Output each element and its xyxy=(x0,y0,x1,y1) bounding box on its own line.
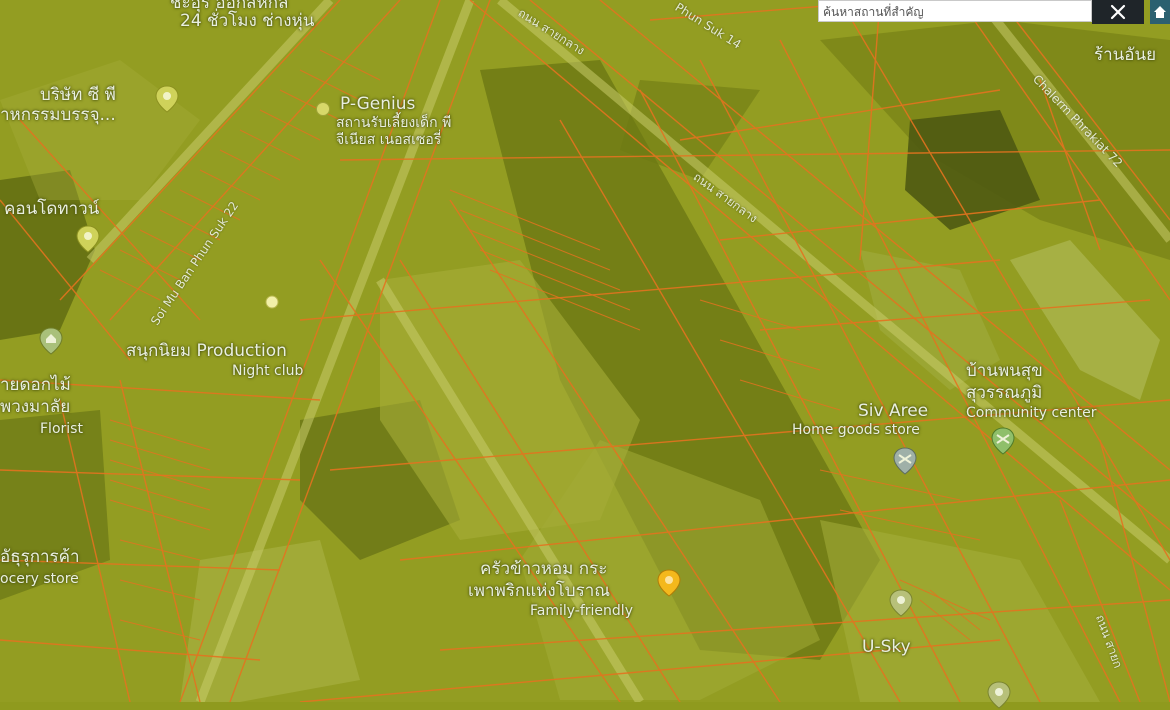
place-label[interactable]: พวงมาลัย xyxy=(0,398,70,417)
place-label: สถานรับเลี้ยงเด็ก พี xyxy=(336,115,452,131)
place-label: Community center xyxy=(966,405,1097,421)
place-label[interactable]: เพาพริกแห่งโบราณ xyxy=(468,582,610,601)
search-input[interactable] xyxy=(819,2,1091,22)
place-label[interactable]: ร้านอันย xyxy=(1094,46,1156,65)
place-label[interactable]: ายดอกไม้ xyxy=(0,376,71,395)
search-box[interactable] xyxy=(818,0,1092,22)
place-label: จีเนียส เนอสเซอรี่ xyxy=(336,132,442,148)
restaurant-pin-icon[interactable] xyxy=(654,568,684,598)
map-dot-icon[interactable] xyxy=(262,292,282,312)
place-label: Night club xyxy=(232,363,304,379)
store-pin-icon[interactable] xyxy=(890,446,920,476)
home-icon xyxy=(1154,6,1166,18)
home-button[interactable] xyxy=(1150,0,1170,24)
place-label[interactable]: สุวรรณภูมิ xyxy=(966,384,1042,403)
place-label[interactable]: คอนโดทาวน์ xyxy=(4,200,99,219)
place-label: Home goods store xyxy=(792,422,920,438)
place-label[interactable]: อัธุรุการค้า xyxy=(0,548,80,567)
close-button[interactable] xyxy=(1092,0,1144,24)
place-label[interactable]: P-Genius xyxy=(340,95,415,114)
map-dot-icon[interactable] xyxy=(312,98,334,120)
place-label[interactable]: Siv Aree xyxy=(858,402,928,421)
place-label[interactable]: าหกรรมบรรจุ... xyxy=(0,106,116,125)
map-pin-icon[interactable] xyxy=(886,588,916,618)
community-pin-icon[interactable] xyxy=(988,426,1018,456)
shop-pin-icon[interactable] xyxy=(36,326,66,356)
place-label[interactable]: ครัวข้าวหอม กระ xyxy=(480,560,607,579)
map-pin-icon[interactable] xyxy=(73,224,103,254)
map-pin-icon[interactable] xyxy=(984,680,1014,710)
place-label[interactable]: บ้านพนสุข xyxy=(966,362,1043,381)
place-label: Family-friendly xyxy=(530,603,633,619)
place-label[interactable]: บริษัท ซี พี xyxy=(40,86,116,105)
close-icon xyxy=(1110,4,1126,20)
place-label: ocery store xyxy=(0,571,79,587)
place-label: Florist xyxy=(40,421,83,437)
place-label[interactable]: สนุกนิยม Production xyxy=(126,342,287,361)
place-label[interactable]: 24 ชั่วโมง ช่างหุ่น xyxy=(180,12,314,31)
map-pin-icon[interactable] xyxy=(152,84,182,114)
place-label[interactable]: U-Sky xyxy=(862,638,911,657)
